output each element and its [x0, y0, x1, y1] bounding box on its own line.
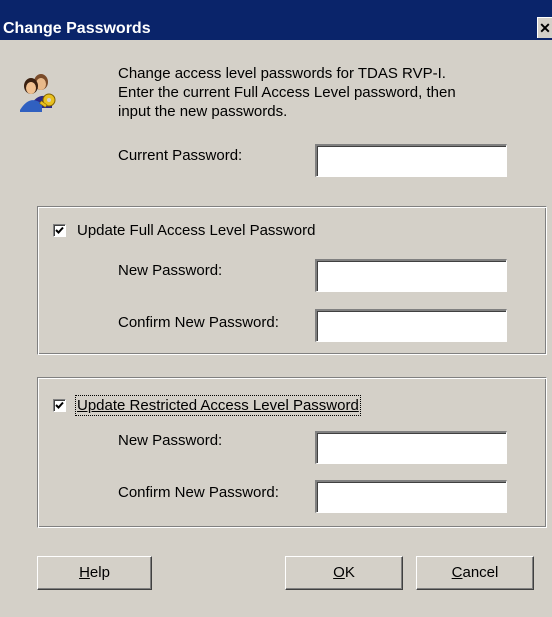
intro-line-2: Enter the current Full Access Level pass… [118, 84, 456, 101]
close-button[interactable]: ✕ [537, 17, 552, 38]
full-new-password-label: New Password: [118, 262, 223, 279]
ok-label: K [344, 564, 355, 581]
help-button[interactable]: Help [37, 556, 152, 590]
restricted-new-password-field[interactable] [315, 431, 507, 464]
cancel-accel: C [451, 564, 463, 581]
dialog-title: Change Passwords [3, 20, 151, 37]
ok-button[interactable]: OK [285, 556, 403, 590]
cancel-button[interactable]: Cancel [416, 556, 534, 590]
close-icon: ✕ [539, 20, 551, 36]
restricted-confirm-password-field[interactable] [315, 480, 507, 513]
title-bar[interactable]: Change Passwords ✕ [0, 0, 552, 40]
restricted-access-checkbox-label[interactable]: Update Restricted Access Level Password [75, 395, 361, 416]
cancel-label: ancel [462, 564, 499, 581]
full-access-checkbox[interactable] [53, 224, 66, 237]
full-confirm-password-field[interactable] [315, 309, 507, 342]
current-password-field[interactable] [315, 144, 507, 177]
full-access-checkbox-label[interactable]: Update Full Access Level Password [77, 222, 315, 239]
users-key-icon [16, 70, 60, 114]
checkmark-icon [55, 226, 64, 234]
restricted-confirm-password-label: Confirm New Password: [118, 484, 279, 501]
change-passwords-dialog: Change Passwords ✕ Change access level p… [0, 0, 552, 617]
intro-line-3: input the new passwords. [118, 103, 288, 120]
ok-accel: O [333, 564, 345, 581]
help-label: elp [89, 564, 110, 581]
help-accel: H [79, 564, 90, 581]
full-confirm-password-label: Confirm New Password: [118, 314, 279, 331]
intro-line-1: Change access level passwords for TDAS R… [118, 65, 446, 82]
restricted-access-checkbox[interactable] [53, 399, 66, 412]
checkmark-icon [55, 401, 64, 409]
full-new-password-field[interactable] [315, 259, 507, 292]
current-password-label: Current Password: [118, 147, 243, 164]
restricted-new-password-label: New Password: [118, 432, 223, 449]
